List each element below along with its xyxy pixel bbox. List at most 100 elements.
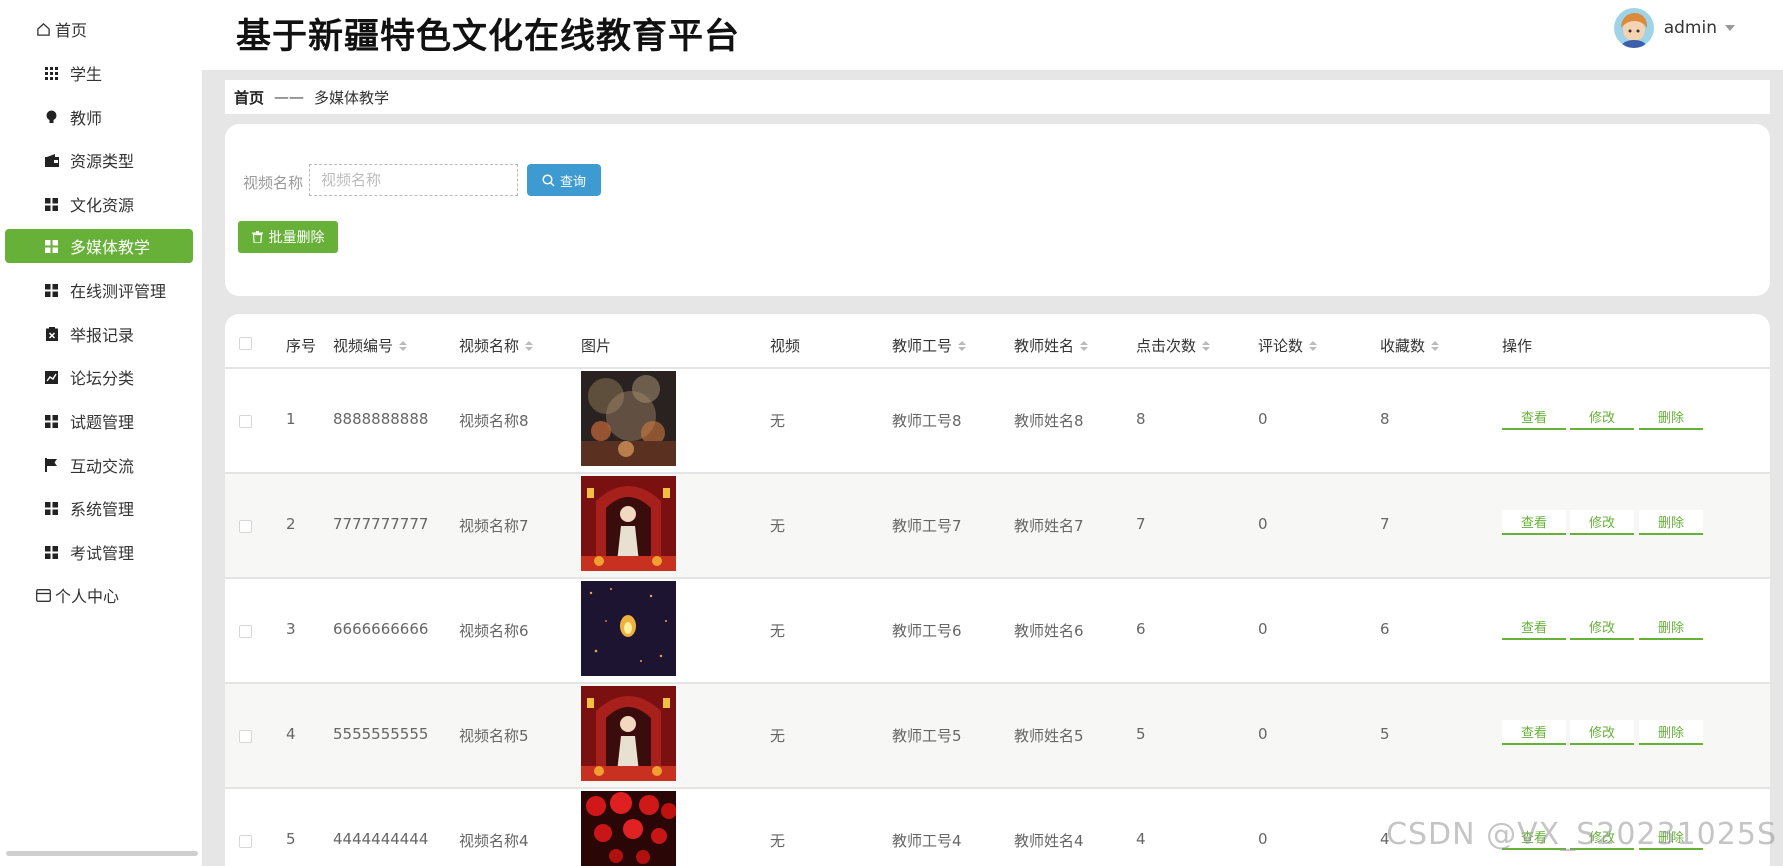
query-button-label: 查询 [559,173,586,189]
sidebar-item-label: 个人中心 [55,587,120,606]
thumbnail-fireworks[interactable] [581,371,676,466]
search-input[interactable] [309,164,518,196]
cell-comments: 0 [1258,620,1268,638]
cell-teacher-id: 教师工号5 [892,727,962,745]
site-title: 基于新疆特色文化在线教育平台 [236,17,741,57]
sidebar-item-resource-types[interactable]: 资源类型 [5,143,193,177]
header-video-name[interactable]: 视频名称 [459,335,534,356]
data-table: 序号 视频编号 视频名称 图片 视频 教师工号 教师姓名 点击次数 评论数 收藏… [225,314,1770,866]
cell-comments: 0 [1258,830,1268,848]
view-button[interactable]: 查看 [1502,720,1566,745]
view-button[interactable]: 查看 [1502,510,1566,535]
sidebar-item-question-bank[interactable]: 试题管理 [5,404,193,438]
edit-button[interactable]: 修改 [1570,720,1634,745]
sidebar-item-label: 学生 [70,65,103,84]
delete-button[interactable]: 删除 [1639,720,1703,745]
sort-icon[interactable] [958,340,967,351]
row-checkbox[interactable] [239,625,252,638]
grid-icon [44,414,59,429]
cell-teacher-id: 教师工号7 [892,517,962,535]
sort-icon[interactable] [1080,340,1089,351]
batch-delete-button[interactable]: 批量删除 [238,221,338,253]
bulb-icon [44,110,59,125]
header-label: 教师姓名 [1014,337,1075,355]
sidebar-item-system[interactable]: 系统管理 [5,491,193,525]
sidebar-item-label: 在线测评管理 [70,282,167,301]
row-checkbox[interactable] [239,415,252,428]
row-checkbox[interactable] [239,520,252,533]
header-label: 操作 [1502,337,1533,355]
edit-button[interactable]: 修改 [1570,405,1634,430]
edit-button[interactable]: 修改 [1570,615,1634,640]
cell-favorites: 6 [1380,620,1390,638]
header-favorites[interactable]: 收藏数 [1380,335,1440,356]
header-video-code[interactable]: 视频编号 [333,335,408,356]
header-clicks[interactable]: 点击次数 [1136,335,1211,356]
thumbnail-opera-stage[interactable] [581,686,676,781]
row-checkbox[interactable] [239,835,252,848]
cell-video-code: 8888888888 [333,410,429,428]
sidebar-item-label: 系统管理 [70,500,135,519]
sort-icon[interactable] [1202,340,1211,351]
user-menu[interactable]: admin [1613,8,1735,48]
cell-index: 3 [286,620,296,638]
sidebar-item-interaction[interactable]: 互动交流 [5,448,193,482]
cell-video: 无 [770,412,786,430]
cell-teacher-name: 教师姓名7 [1014,517,1084,535]
sidebar-item-multimedia[interactable]: 多媒体教学 [5,229,193,263]
sort-icon[interactable] [399,340,408,351]
trash-icon [251,231,263,243]
cell-favorites: 7 [1380,515,1390,533]
header-label: 视频名称 [459,337,520,355]
cell-comments: 0 [1258,725,1268,743]
breadcrumb-separator: —— [274,88,305,106]
chart-icon [44,370,59,385]
sidebar-scrollbar[interactable] [6,851,198,856]
search-panel: 视频名称 查询 批量删除 [225,124,1770,296]
sidebar-item-forum-categories[interactable]: 论坛分类 [5,360,193,394]
view-button[interactable]: 查看 [1502,615,1566,640]
sidebar-item-cultural-resources[interactable]: 文化资源 [5,187,193,221]
view-button[interactable]: 查看 [1502,405,1566,430]
header-teacher-id[interactable]: 教师工号 [892,335,967,356]
grid-icon [44,283,59,298]
sidebar-item-home[interactable]: 首页 [5,12,193,46]
sidebar-item-online-assessment[interactable]: 在线测评管理 [5,273,193,307]
sort-icon[interactable] [1309,340,1318,351]
sidebar: 首页 学生 教师 资源类型 文化资源 多媒体教学 在线测评管理 举报记录 论坛分… [0,0,202,866]
sidebar-item-reports[interactable]: 举报记录 [5,317,193,351]
sidebar-item-students[interactable]: 学生 [5,56,193,90]
header-teacher-name[interactable]: 教师姓名 [1014,335,1089,356]
cell-clicks: 6 [1136,620,1146,638]
cell-video-code: 4444444444 [333,830,429,848]
sidebar-item-teachers[interactable]: 教师 [5,100,193,134]
thumbnail-red-lanterns[interactable] [581,791,676,866]
cell-video-name: 视频名称6 [459,622,529,640]
search-icon [542,173,555,187]
thumbnail-sky-lantern[interactable] [581,581,676,676]
breadcrumb-home[interactable]: 首页 [234,87,264,108]
cell-video-code: 5555555555 [333,725,429,743]
header-label: 视频编号 [333,337,394,355]
cell-comments: 0 [1258,515,1268,533]
query-button[interactable]: 查询 [527,164,601,196]
cell-video-code: 6666666666 [333,620,429,638]
sort-icon[interactable] [525,340,534,351]
cell-comments: 0 [1258,410,1268,428]
row-checkbox[interactable] [239,730,252,743]
cell-teacher-name: 教师姓名5 [1014,727,1084,745]
select-all-checkbox[interactable] [239,337,252,350]
cell-clicks: 4 [1136,830,1146,848]
header-comments[interactable]: 评论数 [1258,335,1318,356]
delete-button[interactable]: 删除 [1639,510,1703,535]
header-label: 图片 [581,337,612,355]
grid-icon [44,545,59,560]
sidebar-item-profile[interactable]: 个人中心 [5,578,193,612]
thumbnail-opera-stage[interactable] [581,476,676,571]
edit-button[interactable]: 修改 [1570,510,1634,535]
sort-icon[interactable] [1431,340,1440,351]
delete-button[interactable]: 删除 [1639,615,1703,640]
delete-button[interactable]: 删除 [1639,405,1703,430]
sidebar-item-exams[interactable]: 考试管理 [5,535,193,569]
cell-teacher-name: 教师姓名8 [1014,412,1084,430]
